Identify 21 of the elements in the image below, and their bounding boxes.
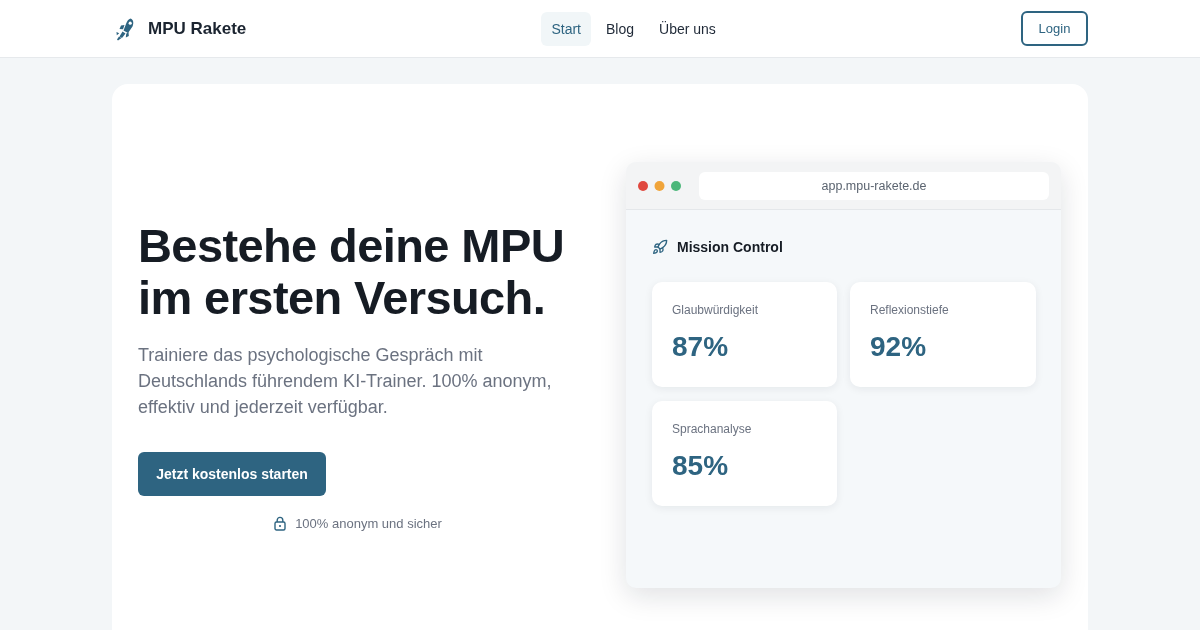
stat-label: Sprachanalyse: [672, 421, 753, 437]
nav-link[interactable]: Start: [541, 11, 591, 46]
nav-link[interactable]: Blog: [596, 11, 645, 46]
start-free-button[interactable]: Jetzt kostenlos starten: [138, 451, 326, 496]
stat-value: 85%: [672, 449, 730, 483]
nav-link[interactable]: Über uns: [649, 11, 726, 46]
stat-label: Reflexionstiefe: [870, 302, 950, 318]
hero-description: Trainiere das psychologische Gespräch mit Deutschlands führendem KI-Trainer. 100% anonym, effektiv und jederzeit verfügbar.: [138, 343, 553, 419]
security-note: 100% anonym und sicher: [295, 515, 442, 531]
dashboard-heading: Mission Control: [677, 239, 783, 255]
stat-value: 87%: [672, 330, 730, 364]
brand-name[interactable]: MPU Rakete: [148, 18, 247, 39]
rocket-logo-icon: [115, 16, 135, 41]
stat-label: Glaubwürdigkeit: [672, 302, 760, 318]
login-button[interactable]: Login: [1021, 11, 1088, 46]
window-buttons-icon: [638, 180, 681, 191]
hero-title: Bestehe deine MPU im ersten Versuch.: [138, 219, 565, 324]
rocket-icon: [652, 239, 668, 255]
lock-icon: [274, 515, 287, 531]
address-bar: app.mpu-rakete.de: [699, 171, 1049, 200]
stat-value: 92%: [870, 330, 928, 364]
